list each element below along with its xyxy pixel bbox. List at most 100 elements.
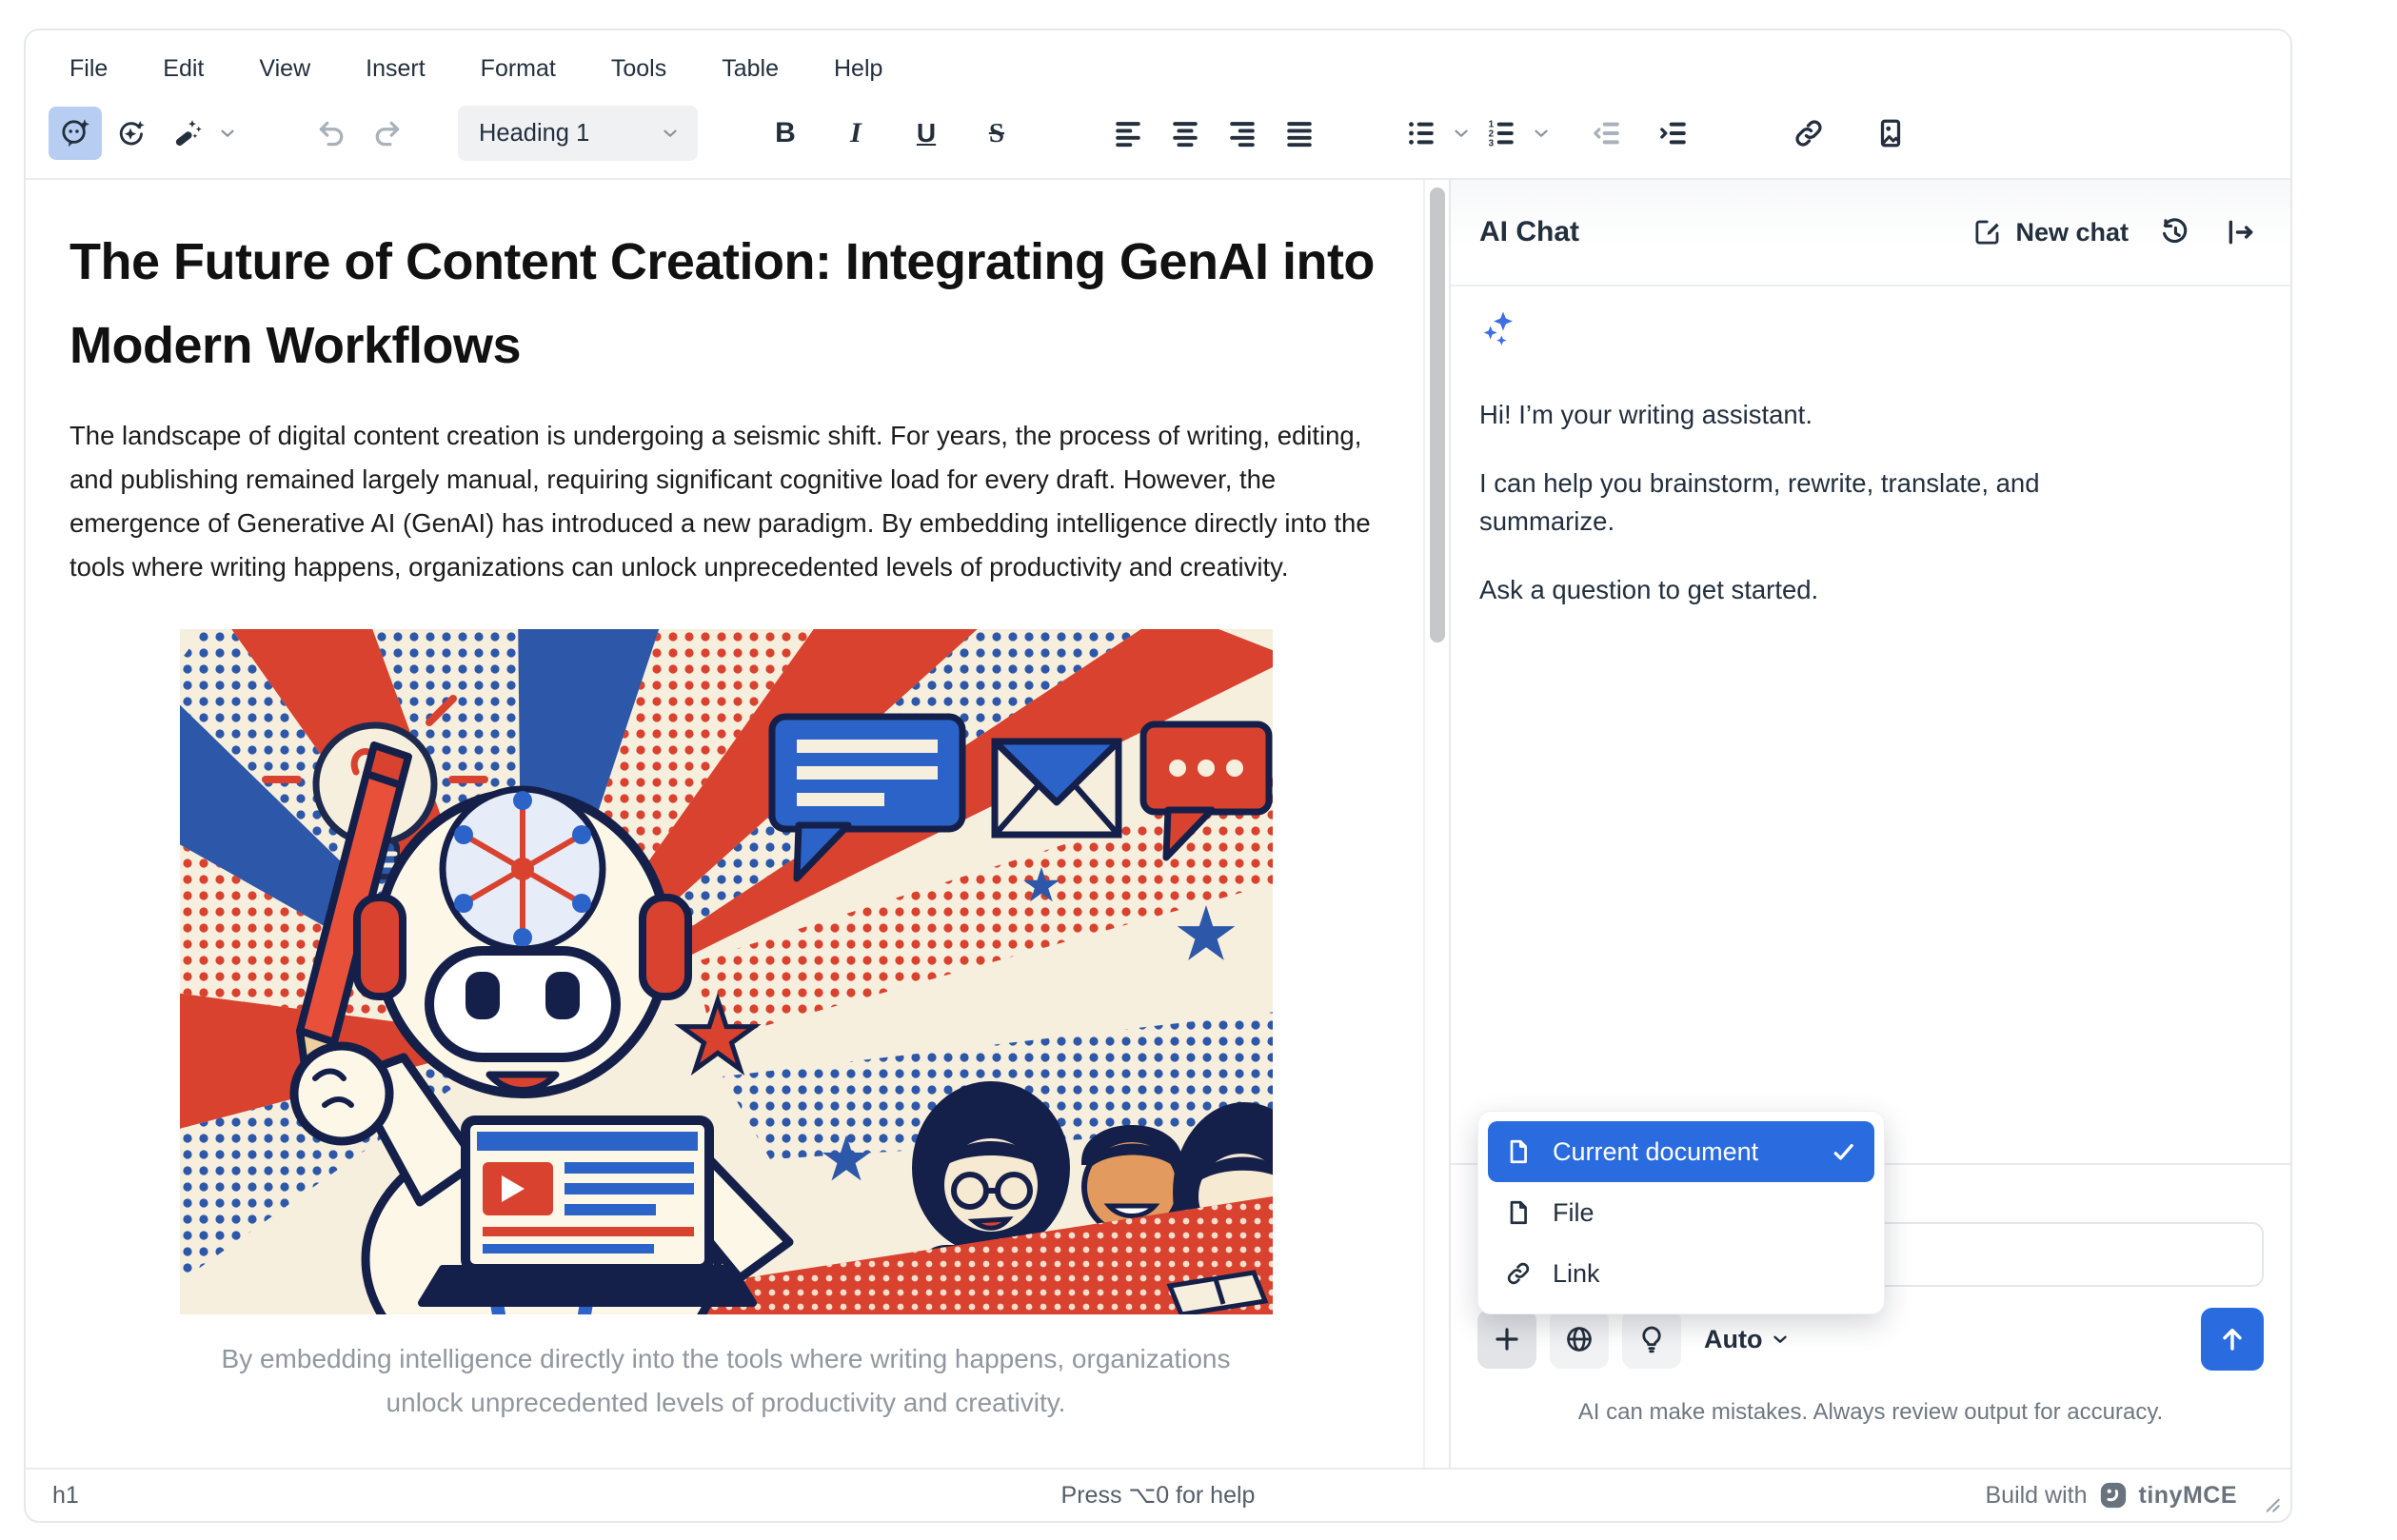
ai-shortcuts-button[interactable] (105, 107, 158, 160)
menu-edit[interactable]: Edit (151, 49, 215, 89)
document-figure[interactable]: By embedding intelligence directly into … (180, 629, 1273, 1425)
image-icon (1874, 117, 1907, 149)
help-shortcut-text: Press ⌥0 for help (1061, 1481, 1256, 1510)
new-chat-label: New chat (2015, 218, 2129, 247)
chevron-down-icon[interactable] (217, 123, 238, 144)
document-paragraph[interactable]: The landscape of digital content creatio… (69, 414, 1382, 589)
branding[interactable]: Build with tinyMCE (1986, 1481, 2265, 1510)
svg-text:3: 3 (1489, 138, 1495, 148)
greeting-line: Hi! I’m your writing assistant. (1479, 396, 2165, 434)
context-option-label: Current document (1553, 1137, 1758, 1167)
numbered-list-button[interactable]: 1 2 3 (1475, 107, 1528, 160)
chevron-down-icon (1770, 1329, 1791, 1350)
toolbar: Heading 1 B I U S (26, 94, 2290, 178)
main-area: The Future of Content Creation: Integrat… (26, 180, 2290, 1468)
chevron-down-icon (660, 123, 681, 144)
context-option-link[interactable]: Link (1488, 1243, 1874, 1304)
italic-button[interactable]: I (829, 107, 882, 160)
align-left-icon (1112, 117, 1144, 149)
underline-button[interactable]: U (900, 107, 953, 160)
resize-grip-icon[interactable] (2258, 1491, 2283, 1515)
numbered-list-icon: 1 2 3 (1485, 117, 1517, 149)
model-select-value: Auto (1704, 1325, 1762, 1354)
underline-icon: U (917, 120, 936, 147)
strikethrough-icon: S (989, 120, 1004, 148)
ai-chat-icon (59, 117, 91, 149)
suggestions-button[interactable] (1622, 1310, 1681, 1369)
menu-table[interactable]: Table (710, 49, 790, 89)
editor-canvas[interactable]: The Future of Content Creation: Integrat… (26, 180, 1449, 1468)
context-option-label: File (1553, 1198, 1595, 1228)
align-justify-button[interactable] (1273, 107, 1326, 160)
send-icon (2217, 1324, 2248, 1354)
app-screen: File Edit View Insert Format Tools Table… (0, 0, 2397, 1540)
indent-button[interactable] (1647, 107, 1700, 160)
new-chat-icon (1973, 218, 2002, 247)
close-sidebar-button[interactable] (2220, 211, 2262, 253)
link-icon (1505, 1260, 1532, 1287)
bullet-list-icon (1405, 117, 1437, 149)
align-center-button[interactable] (1159, 107, 1212, 160)
sparkles-icon (1479, 309, 1517, 347)
ai-shortcuts-icon (115, 117, 148, 149)
menu-bar: File Edit View Insert Format Tools Table… (26, 30, 2290, 94)
element-path[interactable]: h1 (52, 1482, 79, 1510)
menu-file[interactable]: File (58, 49, 119, 89)
bullet-list-button[interactable] (1395, 107, 1448, 160)
context-menu-popup: Current document File Link (1477, 1111, 1885, 1314)
link-button[interactable] (1782, 107, 1835, 160)
web-search-button[interactable] (1550, 1310, 1609, 1369)
ai-chat-title: AI Chat (1479, 216, 1973, 248)
document-icon (1505, 1199, 1532, 1226)
image-button[interactable] (1864, 107, 1917, 160)
greeting-line: I can help you brainstorm, rewrite, tran… (1479, 464, 2165, 541)
send-button[interactable] (2201, 1308, 2264, 1371)
outdent-icon (1591, 117, 1623, 149)
redo-button[interactable] (361, 107, 414, 160)
undo-button[interactable] (305, 107, 358, 160)
editor-scrollbar-thumb[interactable] (1430, 188, 1445, 642)
document-illustration (180, 629, 1273, 1314)
menu-tools[interactable]: Tools (600, 49, 678, 89)
tinymce-logo-icon (2099, 1481, 2128, 1510)
ai-chat-panel: AI Chat New chat (1449, 180, 2290, 1468)
bold-button[interactable]: B (759, 107, 812, 160)
globe-icon (1564, 1324, 1595, 1354)
align-right-icon (1226, 117, 1258, 149)
strikethrough-button[interactable]: S (970, 107, 1023, 160)
chevron-down-icon[interactable] (1451, 123, 1472, 144)
document-caption[interactable]: By embedding intelligence directly into … (180, 1337, 1273, 1425)
document-heading[interactable]: The Future of Content Creation: Integrat… (69, 220, 1382, 387)
format-select[interactable]: Heading 1 (458, 106, 698, 161)
outdent-button[interactable] (1580, 107, 1634, 160)
ai-command-icon (171, 117, 204, 149)
plus-icon (1492, 1324, 1522, 1354)
model-select[interactable]: Auto (1704, 1325, 1791, 1354)
lightbulb-icon (1636, 1324, 1667, 1354)
menu-format[interactable]: Format (469, 49, 567, 89)
context-option-current-document[interactable]: Current document (1488, 1121, 1874, 1182)
chat-message-list: Hi! I’m your writing assistant. I can he… (1451, 286, 2290, 1163)
menu-help[interactable]: Help (822, 49, 894, 89)
editor-header: File Edit View Insert Format Tools Table… (26, 30, 2290, 180)
history-icon (2158, 216, 2190, 248)
italic-icon: I (850, 119, 862, 148)
document-icon (1505, 1138, 1532, 1165)
editor-scrollbar-track[interactable] (1423, 180, 1449, 1468)
menu-view[interactable]: View (248, 49, 322, 89)
context-option-file[interactable]: File (1488, 1182, 1874, 1243)
chat-history-button[interactable] (2153, 211, 2195, 253)
align-right-button[interactable] (1216, 107, 1269, 160)
menu-insert[interactable]: Insert (354, 49, 437, 89)
ai-command-button[interactable] (161, 107, 214, 160)
chevron-down-icon[interactable] (1531, 123, 1552, 144)
document-body[interactable]: The Future of Content Creation: Integrat… (26, 180, 1449, 1425)
close-sidebar-icon (2225, 216, 2257, 248)
check-icon (1831, 1138, 1857, 1165)
context-option-label: Link (1553, 1259, 1600, 1289)
ai-chat-button[interactable] (49, 107, 102, 160)
attach-button[interactable] (1477, 1310, 1536, 1369)
ai-disclaimer: AI can make mistakes. Always review outp… (1477, 1399, 2264, 1426)
new-chat-button[interactable]: New chat (1973, 218, 2129, 247)
align-left-button[interactable] (1101, 107, 1155, 160)
